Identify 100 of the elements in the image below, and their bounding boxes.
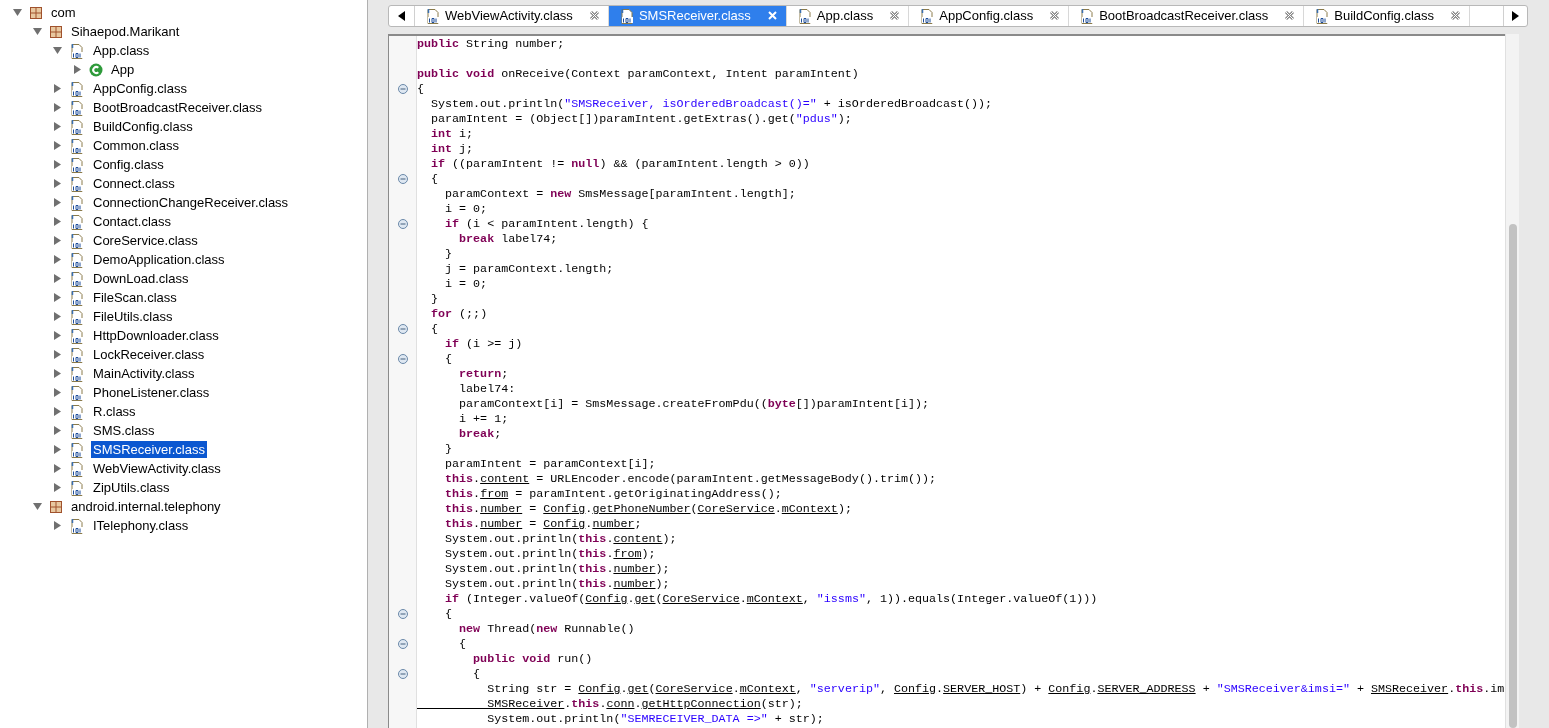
tree-item[interactable]: FileUtils.class [91, 308, 175, 325]
class-file-icon [1314, 8, 1331, 24]
tree-item[interactable]: App.class [91, 42, 152, 59]
tree-item[interactable]: AppConfig.class [91, 80, 189, 97]
collapsed-arrow-icon[interactable] [52, 330, 63, 341]
tree-item[interactable]: Config.class [91, 156, 166, 173]
class-file-icon [69, 251, 85, 268]
class-file-icon [69, 327, 85, 344]
close-icon[interactable] [1450, 10, 1461, 22]
collapsed-arrow-icon[interactable] [52, 482, 63, 493]
code-line: i += 1; [458, 411, 509, 427]
collapsed-arrow-icon[interactable] [52, 425, 63, 436]
code-line: for (;;) [430, 306, 488, 322]
collapsed-arrow-icon[interactable] [52, 311, 63, 322]
tree-item[interactable]: android.internal.telephony [69, 498, 223, 515]
collapsed-arrow-icon[interactable] [52, 520, 63, 531]
close-icon[interactable] [1284, 10, 1296, 22]
tree-item[interactable]: HttpDownloader.class [91, 327, 221, 344]
tree-item[interactable]: PhoneListener.class [91, 384, 212, 401]
code-line: paramIntent = (Object[])paramIntent.getExtras().get("pdus"); [430, 111, 852, 127]
expanded-arrow-icon[interactable] [32, 501, 43, 512]
collapse-icon[interactable] [397, 174, 408, 185]
tree-item[interactable]: FileScan.class [91, 289, 179, 306]
code-line: public void onReceive(Context paramContext, Intent paramIntent) [417, 66, 859, 82]
collapsed-arrow-icon[interactable] [52, 159, 63, 170]
collapse-icon[interactable] [397, 669, 408, 680]
collapsed-arrow-icon[interactable] [52, 368, 63, 379]
class-file-icon [69, 460, 85, 477]
collapsed-arrow-icon[interactable] [52, 444, 63, 455]
code-line: int j; [430, 141, 474, 157]
expanded-arrow-icon[interactable] [12, 7, 23, 18]
close-icon[interactable] [889, 10, 901, 22]
tree-item[interactable]: DownLoad.class [91, 270, 191, 287]
code-line: this.from = paramIntent.getOriginatingAddress(); [444, 486, 782, 502]
code-line: break; [458, 426, 502, 442]
tree-item[interactable]: SMS.class [91, 422, 157, 439]
collapsed-arrow-icon[interactable] [52, 216, 63, 227]
collapsed-arrow-icon[interactable] [52, 197, 63, 208]
code-line: { [444, 606, 453, 622]
tab-label: App.class [816, 7, 874, 26]
code-line: if (i >= j) [444, 336, 523, 352]
class-file-icon [69, 346, 85, 363]
collapse-icon[interactable] [397, 324, 408, 335]
collapse-icon[interactable] [397, 609, 408, 620]
close-icon[interactable] [588, 10, 600, 22]
collapsed-arrow-icon[interactable] [52, 83, 63, 94]
tree-item[interactable]: Connect.class [91, 175, 177, 192]
collapse-icon[interactable] [397, 84, 408, 95]
tree-item[interactable]: BuildConfig.class [91, 118, 195, 135]
tree-item[interactable]: WebViewActivity.class [91, 460, 223, 477]
code-line: System.out.println(this.content); [444, 531, 677, 547]
class-file-icon [69, 118, 85, 135]
collapsed-arrow-icon[interactable] [52, 102, 63, 113]
tree-item[interactable]: ITelephony.class [91, 517, 191, 534]
scrollbar-thumb[interactable] [1508, 223, 1517, 728]
collapsed-arrow-icon[interactable] [52, 121, 63, 132]
close-icon[interactable] [1049, 10, 1061, 22]
class-file-icon [69, 137, 85, 154]
collapsed-arrow-icon[interactable] [52, 387, 63, 398]
code-line: } [444, 246, 453, 262]
tree-item[interactable]: SMSReceiver.class [91, 441, 207, 458]
tree-item[interactable]: MainActivity.class [91, 365, 197, 382]
collapsed-arrow-icon[interactable] [52, 292, 63, 303]
tree-item[interactable]: DemoApplication.class [91, 251, 227, 268]
tree-item[interactable]: R.class [91, 403, 138, 420]
collapsed-arrow-icon[interactable] [72, 64, 83, 75]
class-file-icon [69, 517, 85, 534]
code-line: paramContext = new SmsMessage[paramIntent.length]; [444, 186, 796, 202]
editor-tab[interactable]: SMSReceiver.class [608, 6, 787, 26]
collapsed-arrow-icon[interactable] [52, 463, 63, 474]
collapsed-arrow-icon[interactable] [52, 273, 63, 284]
collapse-icon[interactable] [397, 639, 408, 650]
collapsed-arrow-icon[interactable] [52, 349, 63, 360]
tree-item[interactable]: Sihaepod.Marikant [69, 23, 182, 40]
collapsed-arrow-icon[interactable] [52, 235, 63, 246]
class-file-icon [69, 232, 85, 249]
class-file-icon [796, 8, 813, 24]
tree-item[interactable]: ZipUtils.class [91, 479, 172, 496]
package-icon [49, 24, 63, 39]
expanded-arrow-icon[interactable] [52, 45, 63, 56]
tree-item[interactable]: ConnectionChangeReceiver.class [91, 194, 291, 211]
collapsed-arrow-icon[interactable] [52, 406, 63, 417]
collapsed-arrow-icon[interactable] [52, 178, 63, 189]
collapsed-arrow-icon[interactable] [52, 140, 63, 151]
tree-item[interactable]: App [109, 61, 137, 78]
collapsed-arrow-icon[interactable] [52, 254, 63, 265]
tree-item[interactable]: LockReceiver.class [91, 346, 207, 363]
tree-item[interactable]: Common.class [91, 137, 181, 154]
code-line: System.out.println(this.from); [444, 546, 656, 562]
tree-item[interactable]: Contact.class [91, 213, 174, 230]
tree-item[interactable]: BootBroadcastReceiver.class [91, 99, 265, 116]
code-line: { [458, 636, 467, 652]
code-line: i = 0; [444, 201, 488, 217]
expanded-arrow-icon[interactable] [32, 26, 43, 37]
code-line: System.out.println(this.number); [444, 561, 670, 577]
vertical-scrollbar[interactable] [1505, 33, 1519, 728]
tree-item[interactable]: com [49, 4, 78, 21]
collapse-icon[interactable] [397, 219, 408, 230]
tree-item[interactable]: CoreService.class [91, 232, 200, 249]
collapse-icon[interactable] [397, 354, 408, 365]
